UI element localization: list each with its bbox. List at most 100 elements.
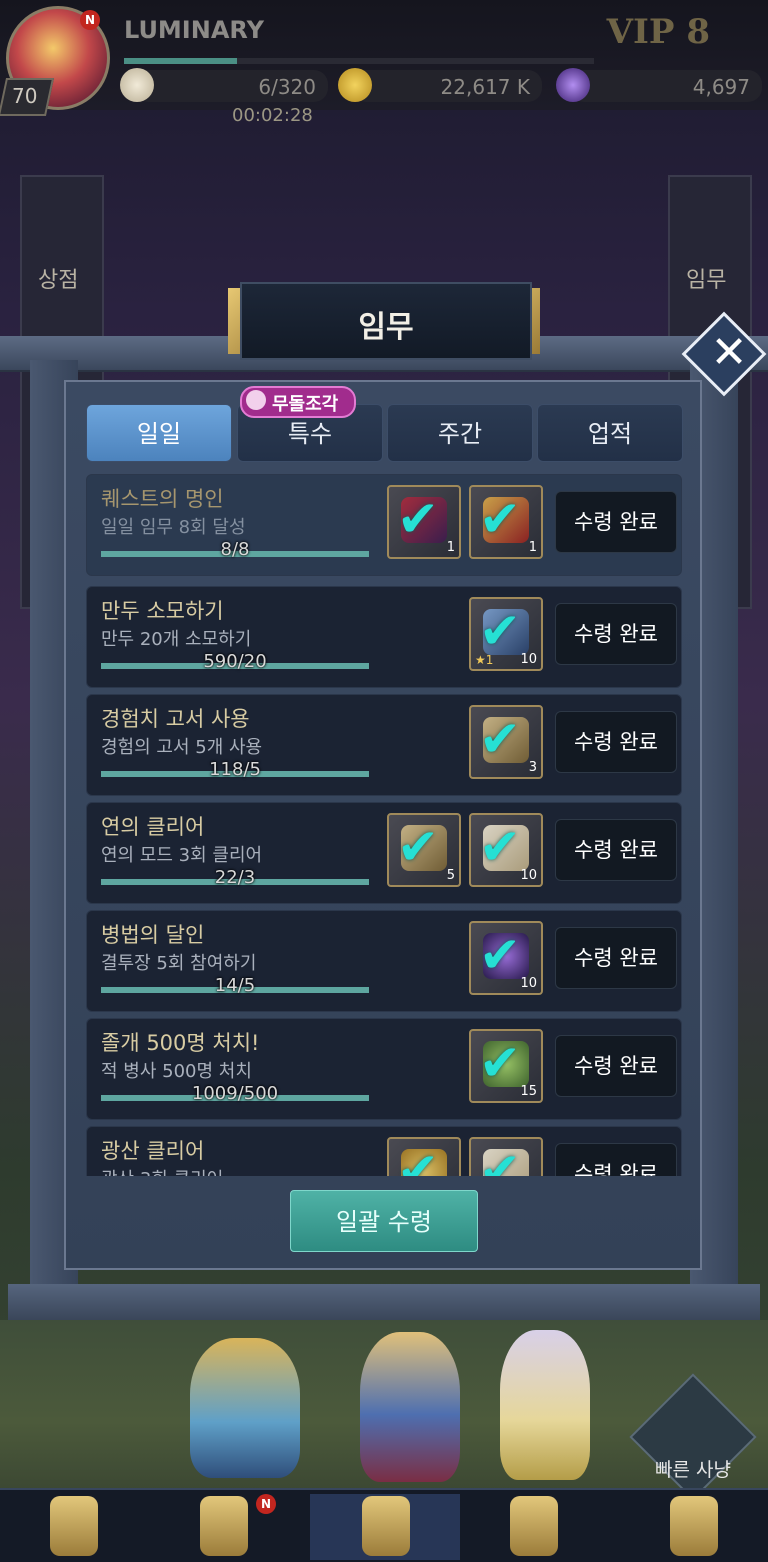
- quest-title: 경험치 고서 사용: [101, 707, 250, 731]
- quest-row: 경험치 고서 사용 경험의 고서 5개 사용 118/5 ✔ 3 수령 완료: [86, 694, 682, 796]
- popup-title-plate: 임무: [240, 282, 532, 360]
- reward-item[interactable]: ✔ 10: [469, 921, 543, 995]
- quest-row: 졸개 500명 처치! 적 병사 500명 처치 1009/500 ✔ 15 수령 완료: [86, 1018, 682, 1120]
- stamina-value: 6/320: [258, 75, 316, 99]
- popup-title: 임무: [358, 310, 414, 345]
- special-tab-tag: 무돌조각: [240, 386, 356, 418]
- banner-icon: [670, 1496, 718, 1556]
- reward-item[interactable]: ✔ 1: [387, 485, 461, 559]
- nav-badge: N: [256, 1494, 276, 1514]
- quest-desc: 적 병사 500명 처치: [101, 1061, 252, 1082]
- quest-desc: 일일 임무 8회 달성: [101, 517, 246, 538]
- quest-progress-text: 1009/500: [191, 1083, 279, 1104]
- reward-item[interactable]: ✔ 5: [387, 813, 461, 887]
- checkmark-icon: ✔: [397, 1142, 439, 1176]
- close-icon[interactable]: ✕: [704, 328, 754, 378]
- gold-resource[interactable]: 22,617 K: [338, 68, 542, 102]
- reward-quantity: 15: [520, 1084, 537, 1099]
- nav-guild[interactable]: [640, 1494, 744, 1560]
- shop-label[interactable]: 상점: [38, 262, 78, 294]
- quest-desc: 만두 20개 소모하기: [101, 629, 252, 650]
- collect-all-button[interactable]: 일괄 수령: [290, 1190, 478, 1252]
- notification-badge: N: [80, 10, 100, 30]
- top-hud: N 70 LUMINARY VIP 8 6/320 22,617 K 4,697: [0, 0, 768, 116]
- claim-complete-button[interactable]: 수령 완료: [555, 1035, 677, 1097]
- tag-label: 무돌조각: [272, 394, 339, 415]
- nav-battle[interactable]: [480, 1494, 584, 1560]
- checkmark-icon: ✔: [479, 1034, 521, 1092]
- reward-quantity: 10: [520, 868, 537, 883]
- missions-label[interactable]: 임무: [686, 262, 726, 294]
- reward-item[interactable]: ✔ 1: [469, 485, 543, 559]
- quest-row: 병법의 달인 결투장 5회 참여하기 14/5 ✔ 10 수령 완료: [86, 910, 682, 1012]
- reward-quantity: 1: [528, 540, 537, 555]
- countdown-timer: 00:02:28: [232, 105, 313, 126]
- fragment-icon: [246, 390, 266, 410]
- tab-achievement[interactable]: 업적: [537, 404, 683, 462]
- stamina-resource[interactable]: 6/320: [120, 68, 328, 102]
- hero-2: [360, 1332, 460, 1482]
- nav-main[interactable]: [310, 1494, 460, 1560]
- quest-progress-text: 8/8: [220, 539, 250, 560]
- hero-1: [190, 1338, 300, 1478]
- quest-title: 광산 클리어: [101, 1139, 205, 1163]
- nav-heroes[interactable]: [20, 1494, 124, 1560]
- checkmark-icon: ✔: [479, 1142, 521, 1176]
- quest-title: 연의 클리어: [101, 815, 205, 839]
- claim-complete-button[interactable]: 수령 완료: [555, 927, 677, 989]
- star-rank: ★1: [475, 653, 494, 667]
- checkmark-icon: ✔: [479, 926, 521, 984]
- quest-desc: 결투장 5회 참여하기: [101, 953, 257, 974]
- quest-row: 광산 클리어광산 3회 클리어 ✔ ✔ 수령 완료: [86, 1126, 682, 1176]
- tab-daily[interactable]: 일일: [86, 404, 232, 462]
- purple-gem-icon: [556, 68, 590, 102]
- quest-progress-text: 118/5: [209, 759, 261, 780]
- quest-title: 만두 소모하기: [101, 599, 224, 623]
- quest-progress-text: 590/20: [203, 651, 267, 672]
- quest-desc: 연의 모드 3회 클리어: [101, 845, 263, 866]
- quest-title: 병법의 달인: [101, 923, 205, 947]
- exp-bar: [124, 58, 594, 64]
- reward-item[interactable]: ✔ 15: [469, 1029, 543, 1103]
- quest-title: 졸개 500명 처치!: [101, 1031, 260, 1055]
- gem-resource[interactable]: 4,697: [556, 68, 762, 102]
- reward-quantity: 10: [520, 652, 537, 667]
- reward-quantity: 10: [520, 976, 537, 991]
- reward-item[interactable]: ✔ ★1 10: [469, 597, 543, 671]
- tab-weekly[interactable]: 주간: [387, 404, 533, 462]
- checkmark-icon: ✔: [479, 490, 521, 548]
- quest-row: 만두 소모하기만두 20개 소모하기 590/20 ✔ ★1 10 수령 완료: [86, 586, 682, 688]
- claim-complete-button[interactable]: 수령 완료: [555, 711, 677, 773]
- popup-frame-bottom: [8, 1284, 760, 1320]
- reward-item[interactable]: ✔: [387, 1137, 461, 1176]
- dumpling-icon: [120, 68, 154, 102]
- checkmark-icon: ✔: [479, 602, 521, 660]
- quick-hunt-label[interactable]: 빠른 사냥: [648, 1455, 738, 1482]
- bag-icon: [200, 1496, 248, 1556]
- player-name: LUMINARY: [124, 16, 264, 44]
- player-level: 70: [12, 84, 38, 108]
- reward-item[interactable]: ✔ 10: [469, 813, 543, 887]
- reward-quantity: 5: [446, 868, 455, 883]
- reward-quantity: 3: [528, 760, 537, 775]
- reward-item[interactable]: ✔: [469, 1137, 543, 1176]
- claim-complete-button[interactable]: 수령 완료: [555, 1143, 677, 1176]
- sword-icon: [510, 1496, 558, 1556]
- hero-3: [500, 1330, 590, 1480]
- gem-value: 4,697: [692, 75, 750, 99]
- claim-complete-button[interactable]: 수령 완료: [555, 603, 677, 665]
- helmet-icon: [50, 1496, 98, 1556]
- gold-coin-icon: [338, 68, 372, 102]
- checkmark-icon: ✔: [397, 490, 439, 548]
- claim-complete-button[interactable]: 수령 완료: [555, 819, 677, 881]
- vip-level[interactable]: VIP 8: [607, 12, 710, 52]
- reward-item[interactable]: ✔ 3: [469, 705, 543, 779]
- quest-progress-text: 22/3: [214, 867, 256, 888]
- claim-complete-button[interactable]: 수령 완료: [555, 491, 677, 553]
- quest-row: 퀘스트의 명인 일일 임무 8회 달성 8/8 ✔ 1 ✔ 1 수령 완료: [86, 474, 682, 576]
- quest-list[interactable]: 퀘스트의 명인 일일 임무 8회 달성 8/8 ✔ 1 ✔ 1 수령 완료 만두 소모하기 만두 …: [86, 474, 682, 1176]
- checkmark-icon: ✔: [479, 710, 521, 768]
- checkmark-icon: ✔: [397, 818, 439, 876]
- checkmark-icon: ✔: [479, 818, 521, 876]
- quest-row: 연의 클리어 연의 모드 3회 클리어 22/3 ✔ 5 ✔ 10 수령 완료: [86, 802, 682, 904]
